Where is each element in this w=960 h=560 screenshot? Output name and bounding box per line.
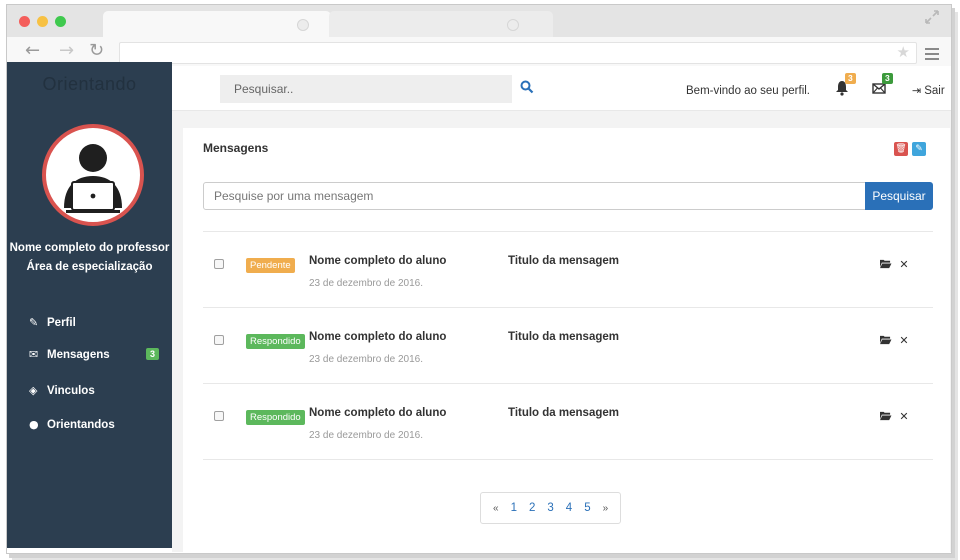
message-date: 23 de dezembro de 2016.	[309, 354, 423, 365]
message-row[interactable]: Respondido Nome completo do aluno 23 de …	[183, 383, 913, 459]
logout-label: Sair	[924, 85, 945, 97]
pagination-next[interactable]: »	[597, 503, 615, 514]
pagination-page-5[interactable]: 5	[578, 502, 596, 514]
student-name[interactable]: Nome completo do aluno	[309, 407, 446, 419]
sidebar-item-label: Mensagens	[47, 349, 110, 361]
sidebar-item-vinculos[interactable]: ◈ Vinculos	[29, 384, 159, 402]
close-icon[interactable]: ✕	[897, 334, 911, 348]
professor-name: Nome completo do professor	[9, 242, 170, 254]
status-badge: Respondido	[246, 410, 305, 425]
compose-button[interactable]: ✎	[912, 142, 926, 156]
browser-tab-bar	[7, 5, 951, 37]
welcome-text: Bem-vindo ao seu perfil.	[686, 85, 811, 97]
pagination-page-2[interactable]: 2	[523, 502, 541, 514]
tab-close-icon[interactable]	[297, 19, 309, 31]
row-checkbox[interactable]	[214, 411, 224, 421]
row-checkbox[interactable]	[214, 259, 224, 269]
message-row[interactable]: Respondido Nome completo do aluno 23 de …	[183, 307, 913, 383]
tab-close-icon[interactable]	[507, 19, 519, 31]
messages-panel: Mensagens 🗑 ✎ Pesquisar Pendente Nome co…	[183, 128, 950, 552]
sidebar-item-mensagens[interactable]: ✉ Mensagens 3	[29, 348, 159, 366]
folder-open-icon[interactable]	[878, 258, 892, 272]
folder-open-icon[interactable]	[878, 410, 892, 424]
brand-logo[interactable]: Orientando	[7, 74, 172, 95]
pagination-page-3[interactable]: 3	[541, 502, 559, 514]
fullscreen-icon[interactable]	[925, 10, 939, 24]
forward-arrow-icon[interactable]: →	[59, 41, 74, 61]
pagination: « 1 2 3 4 5 »	[480, 492, 622, 524]
folder-open-icon[interactable]	[878, 334, 892, 348]
messages-badge: 3	[882, 73, 893, 84]
minimize-window-dot[interactable]	[37, 16, 48, 27]
browser-tab-inactive[interactable]	[329, 11, 553, 37]
status-badge: Respondido	[246, 334, 305, 349]
sidebar-item-perfil[interactable]: ✎ Perfil	[29, 316, 159, 334]
notifications-badge: 3	[845, 73, 856, 84]
reload-icon[interactable]: ↻	[89, 41, 104, 61]
url-field[interactable]: ★	[119, 42, 917, 64]
messages-count-badge: 3	[145, 348, 159, 360]
close-window-dot[interactable]	[19, 16, 30, 27]
top-bar: Bem-vindo ao seu perfil. 3 3 ⇥Sair	[172, 66, 951, 111]
student-name[interactable]: Nome completo do aluno	[309, 331, 446, 343]
message-search-button[interactable]: Pesquisar	[865, 182, 933, 210]
sidebar-item-label: Perfil	[47, 317, 76, 329]
sign-out-icon: ⇥	[912, 84, 922, 97]
browser-tab-active[interactable]	[103, 11, 331, 37]
message-search-input[interactable]	[203, 182, 866, 210]
user-icon: ●	[29, 418, 39, 431]
message-row[interactable]: Pendente Nome completo do aluno 23 de de…	[183, 231, 913, 307]
message-subject[interactable]: Titulo da mensagem	[508, 255, 619, 267]
tags-icon: ◈	[29, 384, 38, 397]
professor-specialization: Área de especialização	[26, 261, 153, 273]
envelope-icon: ✉	[29, 348, 39, 361]
sidebar-item-label: Vinculos	[47, 385, 95, 397]
panel-title: Mensagens	[203, 141, 269, 155]
browser-menu-icon[interactable]	[925, 48, 939, 63]
back-arrow-icon[interactable]: ←	[25, 41, 40, 61]
logout-link[interactable]: ⇥ Sair	[912, 84, 945, 97]
close-icon[interactable]: ✕	[897, 258, 911, 272]
close-icon[interactable]: ✕	[897, 410, 911, 424]
trash-button[interactable]: 🗑	[894, 142, 908, 156]
search-input[interactable]	[220, 75, 512, 103]
sidebar-item-orientandos[interactable]: ● Orientandos	[29, 418, 159, 436]
pagination-page-4[interactable]: 4	[560, 502, 578, 514]
user-avatar-icon	[64, 144, 122, 213]
divider	[203, 459, 933, 460]
maximize-window-dot[interactable]	[55, 16, 66, 27]
pagination-prev[interactable]: «	[487, 503, 505, 514]
message-subject[interactable]: Titulo da mensagem	[508, 407, 619, 419]
avatar	[42, 124, 144, 226]
message-date: 23 de dezembro de 2016.	[309, 278, 423, 289]
message-subject[interactable]: Titulo da mensagem	[508, 331, 619, 343]
status-badge: Pendente	[246, 258, 295, 273]
sidebar-item-label: Orientandos	[47, 419, 115, 431]
pencil-icon: ✎	[29, 316, 39, 329]
message-date: 23 de dezembro de 2016.	[309, 430, 423, 441]
student-name[interactable]: Nome completo do aluno	[309, 255, 446, 267]
search-icon[interactable]	[520, 80, 534, 94]
pagination-page-1[interactable]: 1	[505, 502, 523, 514]
sidebar: Orientando Nome completo do professor Ár…	[7, 62, 172, 548]
bookmark-star-icon[interactable]: ★	[897, 43, 910, 61]
row-checkbox[interactable]	[214, 335, 224, 345]
